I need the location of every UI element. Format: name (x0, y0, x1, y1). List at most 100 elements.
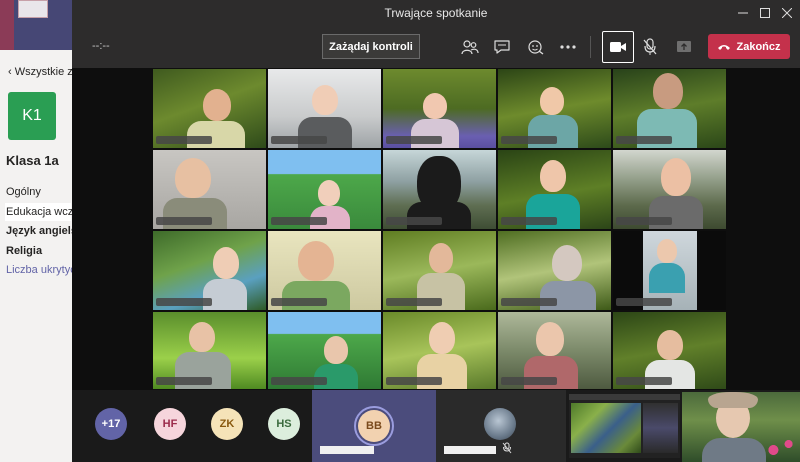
participant-name-bar (271, 217, 327, 225)
participant-face (175, 158, 211, 198)
participant-face (318, 180, 340, 206)
video-tile[interactable] (268, 150, 381, 229)
participant-avatar-hf[interactable]: HF (154, 408, 186, 440)
participant-name-bar (271, 298, 327, 306)
video-stage (72, 68, 800, 390)
participant-name-bar (616, 136, 672, 144)
mic-muted-icon[interactable] (638, 35, 662, 59)
participant-avatar-zk[interactable]: ZK (211, 408, 243, 440)
video-tile[interactable] (383, 150, 496, 229)
video-tile[interactable] (153, 231, 266, 310)
camera-icon[interactable] (602, 31, 634, 63)
video-tile[interactable] (613, 231, 726, 310)
end-call-label: Zakończ (736, 40, 781, 53)
participant-name-bar (616, 298, 672, 306)
participant-name-bar (271, 377, 327, 385)
active-speaker-tile[interactable]: BB (312, 390, 436, 462)
video-tile[interactable] (498, 69, 611, 148)
teams-top-bar (0, 0, 72, 50)
participant-face (536, 322, 564, 356)
participant-face (540, 87, 564, 115)
video-tile[interactable] (383, 231, 496, 310)
screen-share-preview[interactable] (569, 394, 680, 458)
participant-face (657, 330, 683, 360)
participant-name-bar (156, 136, 212, 144)
video-tile[interactable] (153, 150, 266, 229)
participants-icon[interactable] (458, 35, 482, 59)
meeting-toolbar: --:-- Zażądaj kontroli Zakończ (72, 26, 800, 68)
preview-grid (571, 403, 641, 453)
channel-item-edukacja[interactable]: Edukacja wczesnoszkolna (5, 203, 134, 221)
participant-roster-bar: +17 HF ZK HS BB (72, 390, 800, 462)
participant-body (649, 263, 685, 293)
chevron-left-icon: ‹ (8, 66, 15, 78)
video-tile[interactable] (153, 312, 266, 389)
participant-name-bar (156, 377, 212, 385)
window-title: Trwające spotkanie (384, 6, 488, 20)
self-video-preview[interactable] (682, 392, 800, 462)
participant-name-bar (501, 217, 557, 225)
participant-name-bar (386, 136, 442, 144)
toolbar-separator (590, 36, 591, 58)
end-call-button[interactable]: Zakończ (708, 34, 790, 59)
maximize-icon[interactable] (754, 2, 776, 24)
phone-hangup-icon (718, 44, 731, 50)
preview-panel (643, 403, 678, 453)
participant-face (552, 245, 582, 281)
participant-face (653, 73, 683, 109)
participant-face (203, 89, 231, 121)
window-title-bar: Trwające spotkanie (72, 0, 800, 26)
team-avatar: K1 (8, 92, 56, 140)
request-control-button[interactable]: Zażądaj kontroli (322, 34, 420, 59)
participant-face (312, 85, 338, 115)
meeting-window: Trwające spotkanie --:-- Zażądaj kontrol… (72, 0, 800, 462)
participant-name-bar (386, 217, 442, 225)
participant-face (540, 160, 566, 192)
participant-tile-photo[interactable] (436, 390, 566, 462)
video-tile[interactable] (383, 312, 496, 389)
participant-name-bar (320, 446, 374, 454)
participant-face (661, 158, 691, 196)
video-tile[interactable] (383, 69, 496, 148)
overflow-count-button[interactable]: +17 (95, 408, 127, 440)
participant-face (423, 93, 447, 119)
channel-item-ogolny[interactable]: Ogólny (6, 186, 41, 198)
share-tray-icon[interactable] (672, 35, 696, 59)
self-background-flowers (762, 432, 800, 462)
preview-titlebar (569, 394, 680, 400)
mic-muted-icon (502, 442, 512, 454)
team-name: Klasa 1a (6, 153, 59, 168)
video-tile[interactable] (268, 69, 381, 148)
meeting-timer: --:-- (92, 40, 110, 52)
participant-name-bar (271, 136, 327, 144)
participant-avatar-hs[interactable]: HS (268, 408, 300, 440)
close-icon[interactable] (776, 2, 798, 24)
video-grid (153, 69, 726, 389)
video-tile[interactable] (498, 150, 611, 229)
participant-face (298, 241, 334, 281)
participant-name-bar (616, 377, 672, 385)
participant-face (324, 336, 348, 364)
minimize-icon[interactable] (732, 2, 754, 24)
participant-face (213, 247, 239, 279)
video-tile[interactable] (613, 150, 726, 229)
participant-name-bar (386, 377, 442, 385)
participant-face (657, 239, 677, 263)
participant-name-bar (616, 217, 672, 225)
self-hair (708, 392, 758, 408)
video-tile[interactable] (153, 69, 266, 148)
self-body (702, 438, 766, 462)
chat-icon[interactable] (490, 35, 514, 59)
video-tile[interactable] (268, 312, 381, 389)
reactions-icon[interactable] (524, 35, 548, 59)
video-tile[interactable] (613, 69, 726, 148)
video-tile[interactable] (268, 231, 381, 310)
video-tile[interactable] (498, 312, 611, 389)
channel-item-religia[interactable]: Religia (6, 245, 42, 257)
video-tile[interactable] (613, 312, 726, 389)
video-tile[interactable] (498, 231, 611, 310)
participant-name-bar (156, 217, 212, 225)
participant-face (429, 322, 455, 354)
participant-name-bar (501, 136, 557, 144)
more-options-icon[interactable] (556, 35, 580, 59)
